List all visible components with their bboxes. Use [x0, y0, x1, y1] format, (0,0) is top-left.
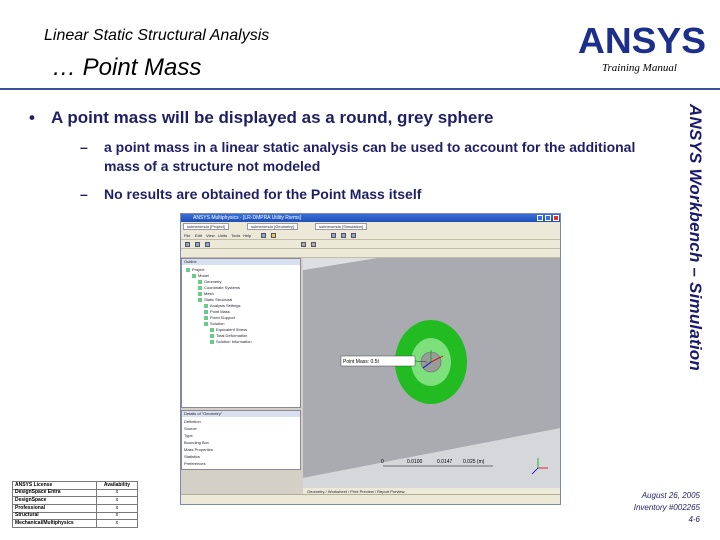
scale-label: 0.0100: [407, 459, 423, 465]
tree-node: Geometry: [198, 279, 222, 284]
simulation-screenshot: ANSYS Multiphysics - [LR-DMPRA Utility R…: [180, 213, 561, 505]
sub-bullet-text: a point mass in a linear static analysis…: [104, 139, 636, 174]
license-availability: x: [95, 511, 139, 521]
table-header-row: ANSYS License Availability: [12, 481, 139, 490]
side-label: ANSYS Workbench – Simulation: [679, 104, 711, 424]
footer-inventory: Inventory #002265: [633, 503, 700, 512]
screenshot-menubar: File Edit View Units Tools Help: [181, 231, 560, 240]
scale-label: 0.025 (m): [463, 459, 485, 465]
table-row: Mechanical/Multiphysics x: [12, 519, 139, 528]
screenshot-tab: solmeromdu [Geometry]: [247, 223, 298, 230]
table-header: Availability: [95, 481, 139, 490]
tree-node: Fixed Support: [204, 315, 235, 320]
details-row: Type: [184, 433, 193, 438]
license-availability: x: [95, 503, 139, 513]
footer: August 26, 2005 Inventory #002265 4-6: [634, 490, 700, 526]
dash-marker: –: [80, 139, 88, 155]
screenshot-toolbar: [181, 240, 560, 249]
point-icon: [195, 242, 200, 247]
side-label-text: ANSYS Workbench – Simulation: [686, 104, 705, 371]
sub-bullet: – No results are obtained for the Point …: [80, 185, 640, 205]
dash-marker: –: [80, 186, 88, 202]
license-name: DesignSpace: [12, 496, 97, 505]
license-name: Structural: [12, 511, 97, 521]
table-row: DesignSpace Entra x: [12, 488, 139, 498]
screenshot-tab: solmeromdu [Simulation]: [315, 223, 368, 230]
main-bullet-text: A point mass will be displayed as a roun…: [51, 108, 494, 127]
table-row: DesignSpace x: [12, 496, 139, 505]
geometry-icon: [185, 242, 190, 247]
tree-node: Coordinate Systems: [198, 285, 240, 290]
scale-label: 0.0147: [437, 459, 453, 465]
pan-icon: [341, 233, 346, 238]
outline-header: Outline: [182, 259, 300, 265]
minimize-icon: [537, 215, 543, 221]
page-header-title: Linear Static Structural Analysis: [44, 27, 270, 44]
annotation-text: Point Mass: 0.5t: [343, 359, 379, 365]
license-name: Professional: [12, 503, 97, 513]
edges-icon: [311, 242, 316, 247]
table-row: Structural x: [12, 511, 139, 521]
details-panel: Details of "Geometry" Definition Source …: [181, 410, 301, 470]
sub-bullet-text: No results are obtained for the Point Ma…: [104, 186, 422, 202]
menu-file: File: [184, 233, 191, 238]
bullet-marker: •: [29, 108, 35, 127]
license-availability: x: [95, 496, 139, 505]
solve-icon: [261, 233, 266, 238]
table-row: Professional x: [12, 503, 139, 513]
license-name: DesignSpace Entra: [12, 488, 97, 498]
license-availability: x: [95, 488, 139, 498]
details-row: Preferences: [184, 461, 206, 466]
maximize-icon: [545, 215, 551, 221]
zoom-icon: [351, 233, 356, 238]
logo-text: ANSYS: [578, 22, 706, 58]
details-row: Mass Properties: [184, 447, 213, 452]
license-table: ANSYS License Availability DesignSpace E…: [12, 481, 139, 528]
tree-node: Analysis Settings: [204, 303, 240, 308]
tree-node: Model: [192, 273, 209, 278]
tree-node: Total Deformation: [210, 333, 247, 338]
new-analysis-icon: [271, 233, 276, 238]
details-header: Details of "Geometry": [182, 411, 300, 417]
details-row: Statistics: [184, 454, 201, 459]
details-row: Definition: [184, 419, 201, 424]
header-divider: [0, 88, 720, 90]
menu-edit: Edit: [195, 233, 202, 238]
tree-node: Mesh: [198, 291, 214, 296]
menu-help: Help: [243, 233, 252, 238]
details-row: Bounding Box: [184, 440, 209, 445]
tree-node: Equivalent Stress: [210, 327, 247, 332]
tree-node: Solution Information: [210, 339, 252, 344]
tree-node: Static Structural: [198, 297, 232, 302]
screenshot-context-toolbar: [181, 249, 560, 258]
footer-date: August 26, 2005: [641, 491, 700, 500]
graphics-viewport: Point Mass: 0.5t 0 0.0100 0.0147 0.025 (…: [303, 258, 560, 488]
face-icon: [205, 242, 210, 247]
close-icon: [553, 215, 559, 221]
screenshot-tab: solmeromdu [Project]: [183, 223, 229, 230]
training-manual-label: Training Manual: [602, 62, 677, 74]
license-availability: x: [95, 519, 139, 528]
screenshot-statusbar: [181, 494, 560, 504]
menu-view: View: [206, 233, 215, 238]
ansys-logo: ANSYS: [578, 22, 706, 58]
page-number: 4-6: [688, 515, 700, 524]
wireframe-icon: [301, 242, 306, 247]
page-title: … Point Mass: [52, 54, 202, 81]
details-row: Source: [184, 426, 197, 431]
screenshot-titlebar: ANSYS Multiphysics - [LR-DMPRA Utility R…: [181, 214, 560, 222]
menu-tools: Tools: [231, 233, 241, 238]
tree-node: Solution: [204, 321, 224, 326]
main-bullet: • A point mass will be displayed as a rou…: [29, 108, 493, 128]
tree-node: Project: [186, 267, 204, 272]
menu-units: Units: [218, 233, 228, 238]
tree-node: Point Mass: [204, 309, 230, 314]
license-name: Mechanical/Multiphysics: [12, 519, 97, 528]
select-icon: [331, 233, 336, 238]
sub-bullet: – a point mass in a linear static analys…: [80, 138, 660, 178]
table-header: ANSYS License: [12, 481, 97, 490]
scale-label: 0: [381, 459, 384, 465]
outline-tree: Outline Project Model Geometry Coordinat…: [181, 258, 301, 408]
screenshot-tabbar: solmeromdu [Project] solmeromdu [Geometr…: [181, 222, 560, 231]
